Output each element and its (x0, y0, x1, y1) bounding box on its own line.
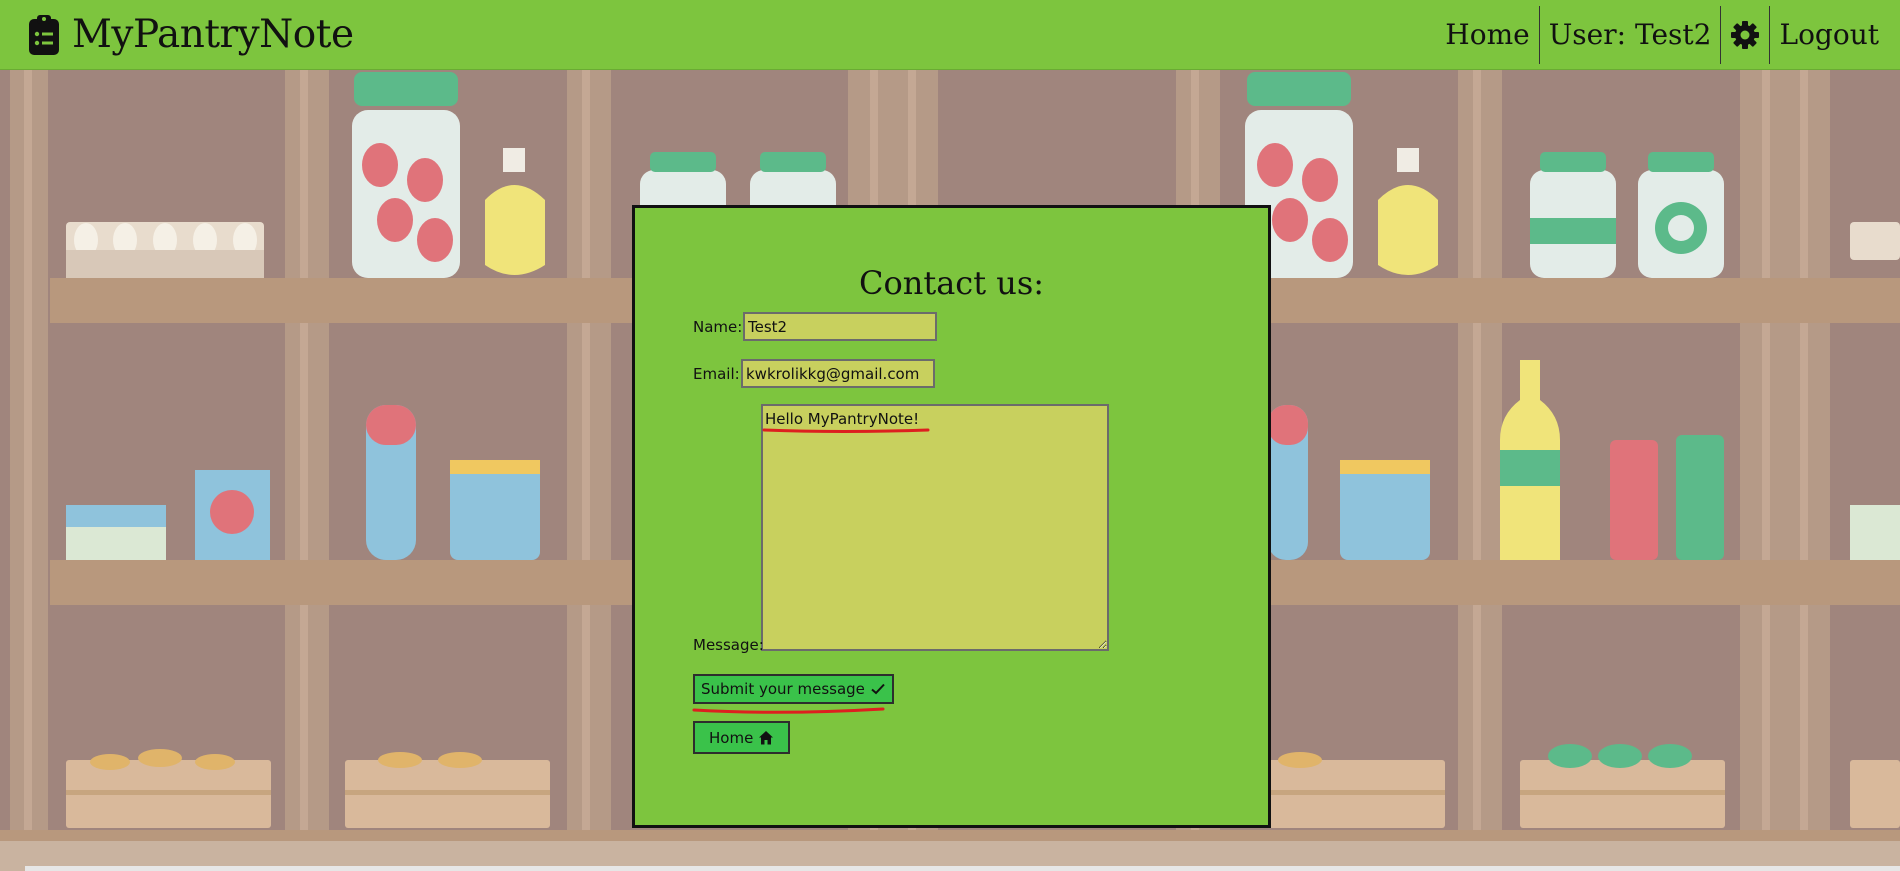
contact-form-panel: Contact us: Name: Email: Hello MyPantryN… (632, 205, 1271, 828)
message-textarea[interactable]: Hello MyPantryNote! (761, 404, 1109, 651)
nav-user-link[interactable]: User: Test2 (1540, 6, 1721, 64)
email-label: Email: (693, 365, 740, 383)
nav-home-link[interactable]: Home (1436, 6, 1538, 64)
email-input[interactable] (741, 359, 935, 388)
clipboard-list-icon (29, 14, 59, 55)
check-icon (871, 683, 885, 695)
name-label: Name: (693, 318, 743, 336)
settings-button[interactable] (1721, 6, 1769, 64)
message-label: Message: (693, 636, 764, 654)
annotation-underline (692, 707, 885, 714)
horizontal-scrollbar[interactable] (25, 866, 1900, 871)
home-icon (759, 730, 774, 744)
home-button-label: Home (709, 728, 754, 747)
brand-name: MyPantryNote (72, 12, 354, 57)
home-button[interactable]: Home (693, 721, 791, 754)
top-navbar: MyPantryNote Home User: Test2 Logout (0, 0, 1900, 70)
gear-icon (1731, 20, 1760, 49)
contact-title: Contact us: (858, 264, 1045, 302)
submit-label: Submit your message (701, 680, 865, 698)
logout-link[interactable]: Logout (1770, 6, 1888, 64)
brand[interactable]: MyPantryNote (0, 12, 354, 57)
name-input[interactable] (743, 312, 937, 341)
submit-message-button[interactable]: Submit your message (693, 674, 894, 704)
nav-menu: Home User: Test2 Logout (1436, 5, 1888, 64)
